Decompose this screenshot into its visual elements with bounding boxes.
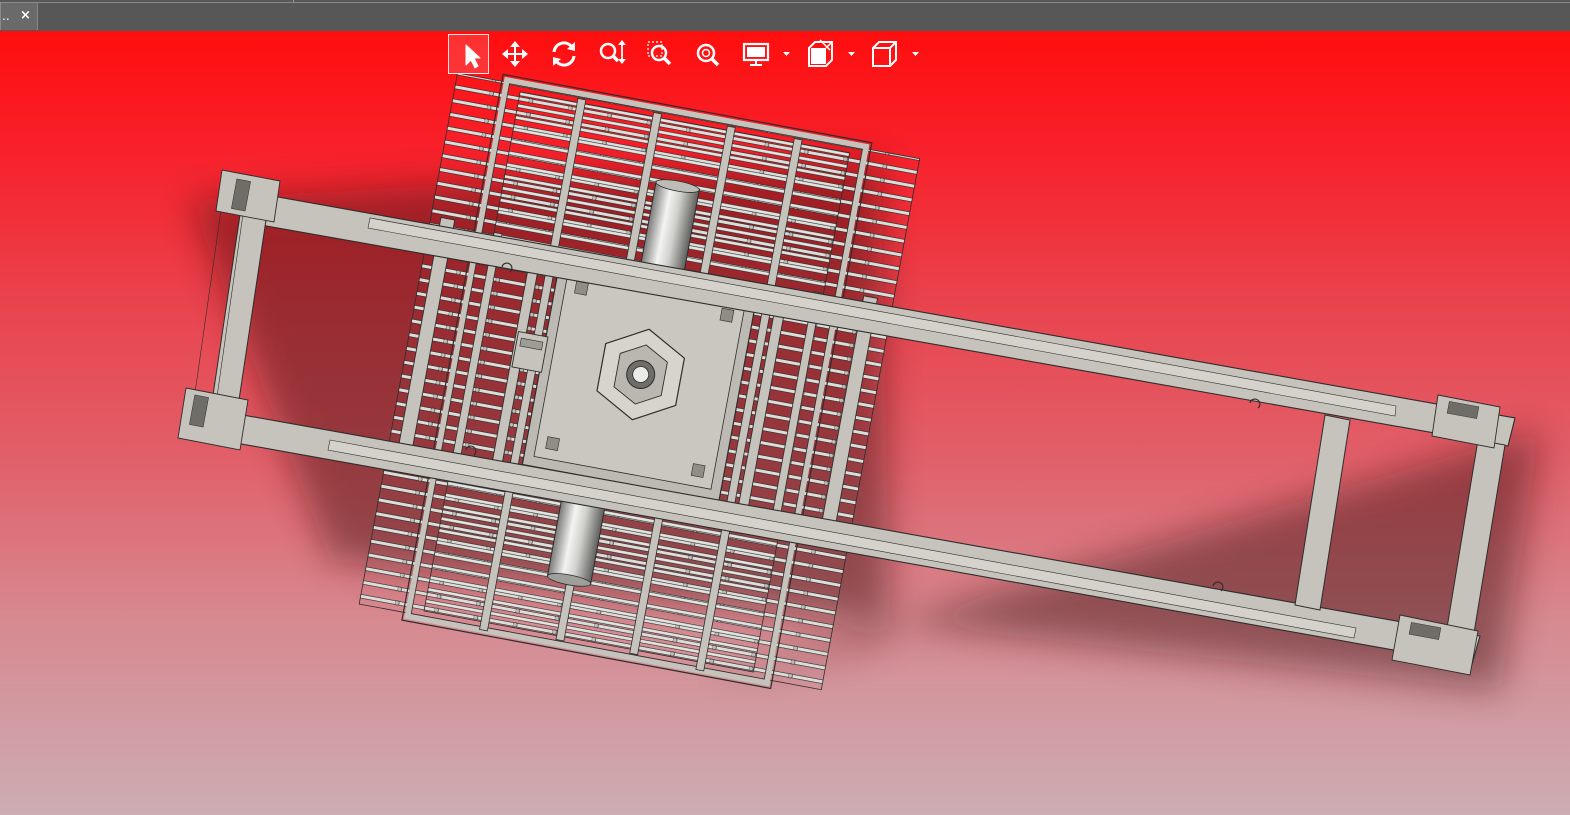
rotate-icon	[552, 41, 576, 67]
pan-tool-button[interactable]	[501, 34, 529, 74]
chevron-down-icon	[783, 52, 790, 56]
arrow-cursor-icon	[465, 44, 481, 69]
view-orientation-dropdown[interactable]	[870, 34, 922, 74]
tab-bar-divider	[38, 2, 1570, 3]
chevron-down-icon	[912, 52, 919, 56]
zoom-in-out-icon	[599, 40, 626, 64]
select-tool-button[interactable]	[448, 34, 489, 74]
cube-view-icon	[872, 41, 919, 67]
display-style-dropdown[interactable]	[742, 34, 794, 74]
zoom-to-area-tool-button[interactable]	[645, 34, 675, 74]
document-tab[interactable]: .. ×	[0, 2, 38, 30]
zoom-area-icon	[647, 41, 672, 66]
rotate-tool-button[interactable]	[549, 34, 579, 74]
graphics-viewport[interactable]	[0, 31, 1570, 815]
close-tab-icon[interactable]: ×	[20, 3, 31, 29]
zoom-in-out-tool-button[interactable]	[597, 34, 627, 74]
document-tab-bar: .. ×	[0, 0, 1570, 32]
zoom-to-fit-tool-button[interactable]	[693, 34, 723, 74]
zoom-fit-icon	[696, 43, 720, 67]
document-tab-label: ..	[2, 9, 10, 23]
assembly-model[interactable]	[0, 31, 1570, 815]
cad-viewer-window: .. ×	[0, 0, 1570, 815]
section-view-dropdown[interactable]	[806, 34, 858, 74]
move-arrows-icon	[502, 41, 528, 67]
chevron-down-icon	[848, 52, 855, 56]
cross-conveyor-assembly[interactable]	[358, 66, 921, 697]
section-view-icon	[808, 39, 855, 67]
monitor-icon	[742, 42, 790, 66]
tab-bar-tick	[293, 0, 294, 2]
